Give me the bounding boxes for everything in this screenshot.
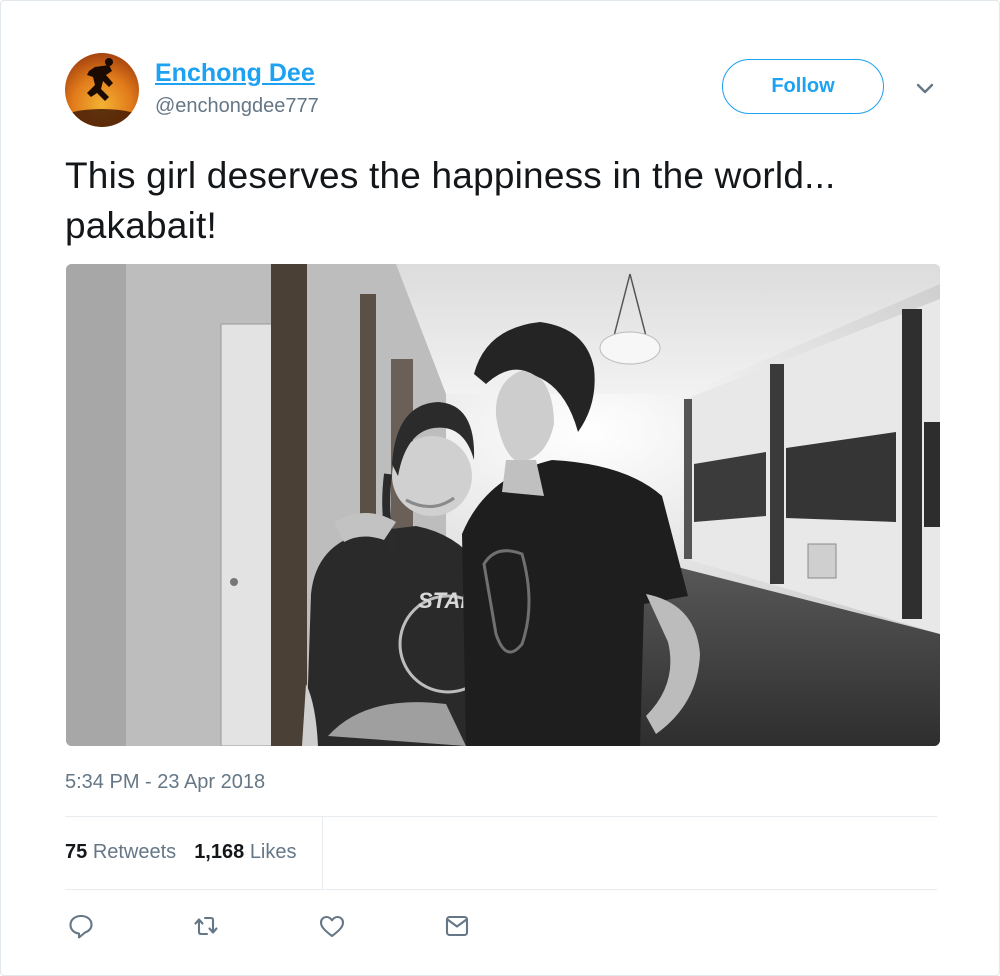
tweet-timestamp[interactable]: 5:34 PM - 23 Apr 2018 [65, 771, 265, 794]
tweet-text: This girl deserves the happiness in the … [65, 155, 836, 246]
chevron-down-icon[interactable] [914, 79, 936, 99]
likes-count: 1,168 [194, 841, 245, 863]
tweet-photo[interactable]: STAR WARS [66, 264, 940, 746]
likes-label: Likes [249, 841, 297, 863]
heart-icon[interactable] [318, 912, 346, 940]
retweets-label: Retweets [92, 841, 177, 863]
divider [65, 889, 937, 890]
retweet-icon[interactable] [192, 912, 220, 940]
stats-divider [322, 816, 323, 889]
author-handle[interactable]: @enchongdee777 [155, 95, 319, 118]
avatar-image [65, 58, 139, 127]
follow-button[interactable]: Follow [722, 59, 884, 114]
avatar[interactable] [65, 53, 139, 127]
author-name-link[interactable]: Enchong Dee [155, 59, 315, 88]
divider [65, 816, 937, 817]
tweet-stats: 75 Retweets 1,168 Likes [65, 841, 297, 864]
retweets-stat[interactable]: 75 Retweets [65, 841, 176, 864]
retweets-count: 75 [65, 841, 88, 863]
envelope-icon[interactable] [443, 912, 471, 940]
likes-stat[interactable]: 1,168 Likes [194, 841, 296, 864]
tweet-card: Enchong Dee @enchongdee777 Follow This g… [0, 0, 1000, 976]
reply-icon[interactable] [67, 912, 95, 940]
